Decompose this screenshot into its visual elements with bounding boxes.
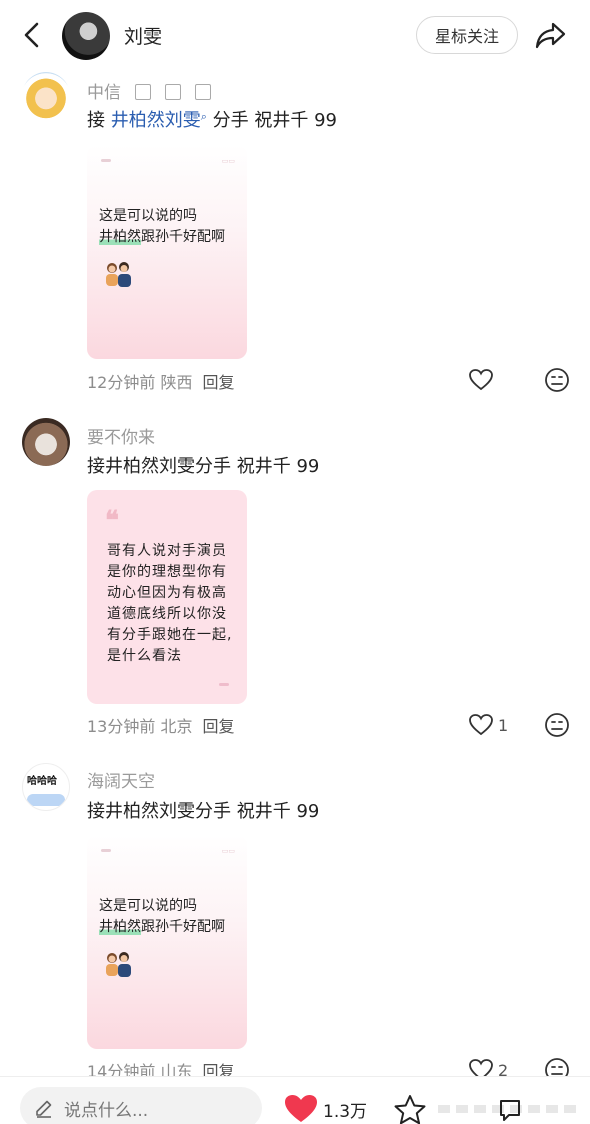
card-text-line: 井柏然跟孙千好配啊	[99, 226, 225, 246]
emoji-react-icon[interactable]	[543, 711, 571, 739]
card-decoration: ▭▭	[221, 157, 235, 165]
profile-name[interactable]: 刘雯	[124, 22, 162, 49]
image-card[interactable]: ▭▭ 这是可以说的吗 井柏然跟孙千好配啊	[87, 145, 247, 359]
user-avatar[interactable]: 哈哈哈	[22, 763, 70, 811]
share-icon[interactable]	[533, 18, 569, 52]
card-decoration: ▭▭	[221, 847, 235, 855]
card-text-line: 这是可以说的吗	[99, 208, 197, 224]
couple-sticker-icon	[106, 952, 131, 977]
card-text-line: 是什么看法	[107, 648, 182, 664]
star-follow-button[interactable]: 星标关注	[416, 16, 518, 54]
comment-text-suffix: 分手 祝井千 99	[206, 110, 337, 131]
comment-text[interactable]: 接井柏然刘雯分手 祝井千 99	[87, 797, 319, 823]
card-text-rest: 跟孙千好配啊	[141, 919, 225, 935]
timestamp: 13分钟前	[87, 717, 156, 736]
location: 北京	[160, 717, 193, 736]
back-arrow-icon[interactable]	[18, 20, 48, 50]
reply-button[interactable]: 回复	[202, 373, 234, 392]
card-text-line: 这是可以说的吗	[99, 898, 197, 914]
couple-sticker-icon	[106, 262, 131, 287]
comment-text[interactable]: 接井柏然刘雯分手 祝井千 99	[87, 452, 319, 478]
comment-meta: 12分钟前 陕西 回复	[87, 369, 235, 393]
heart-filled-icon[interactable]	[283, 1093, 319, 1124]
card-decoration	[101, 849, 111, 852]
top-bar: 刘雯 星标关注	[0, 0, 590, 70]
heart-outline-icon	[469, 714, 493, 736]
card-decoration	[101, 159, 111, 162]
username-text: 中信	[87, 83, 121, 103]
location: 陕西	[160, 373, 193, 392]
emoji-react-icon[interactable]	[543, 366, 571, 394]
avatar-decoration	[27, 794, 65, 806]
username[interactable]: 中信	[87, 78, 211, 103]
user-avatar[interactable]	[22, 72, 70, 120]
bottom-bar: 说点什么... 1.3万	[0, 1076, 590, 1124]
quote-mark-icon: ❝	[105, 506, 119, 536]
card-highlight: 井柏然	[99, 229, 141, 245]
badge-icon	[135, 84, 151, 100]
card-decoration	[219, 683, 229, 686]
like-count: 1	[498, 715, 509, 735]
topic-link[interactable]: 井柏然刘雯	[111, 110, 201, 131]
comment-bubble-icon[interactable]	[497, 1097, 523, 1123]
like-button[interactable]	[468, 366, 528, 394]
card-text-line: 道德底线所以你没	[107, 606, 227, 622]
user-avatar[interactable]	[22, 418, 70, 466]
comment-meta: 13分钟前 北京 回复	[87, 713, 235, 737]
card-text-rest: 跟孙千好配啊	[141, 229, 225, 245]
username[interactable]: 海阔天空	[87, 767, 155, 792]
reply-button[interactable]: 回复	[202, 717, 234, 736]
badge-icon	[195, 84, 211, 100]
avatar-text: 哈哈哈	[27, 776, 57, 787]
card-text-line: 动心但因为有极高	[107, 585, 227, 601]
image-card[interactable]: ❝ 哥有人说对手演员 是你的理想型你有 动心但因为有极高 道德底线所以你没 有分…	[87, 490, 247, 704]
card-text-line: 井柏然跟孙千好配啊	[99, 916, 225, 936]
heart-outline-icon	[469, 369, 493, 391]
input-placeholder: 说点什么...	[64, 1100, 149, 1121]
comment-text[interactable]: 接 井柏然刘雯⌕ 分手 祝井千 99	[87, 106, 337, 132]
timestamp: 12分钟前	[87, 373, 156, 392]
star-outline-icon[interactable]	[392, 1093, 428, 1124]
card-text-span: 是你的理想型你有	[107, 564, 227, 580]
card-text-line: 哥有人说对手演员	[107, 543, 227, 559]
comment-input[interactable]: 说点什么...	[20, 1087, 262, 1124]
like-button[interactable]: 1	[468, 711, 528, 739]
profile-avatar[interactable]	[62, 12, 110, 60]
card-highlight: 井柏然	[99, 919, 141, 935]
post-like-count: 1.3万	[323, 1102, 368, 1122]
image-card[interactable]: ▭▭ 这是可以说的吗 井柏然跟孙千好配啊	[87, 835, 247, 1049]
card-text-line: 是你的理想型你有	[107, 561, 227, 581]
username[interactable]: 要不你来	[87, 423, 155, 448]
badge-icon	[165, 84, 181, 100]
comment-text-prefix: 接	[87, 110, 111, 131]
pencil-icon	[36, 1100, 52, 1118]
card-text-line: 有分手跟她在一起,	[107, 627, 233, 643]
